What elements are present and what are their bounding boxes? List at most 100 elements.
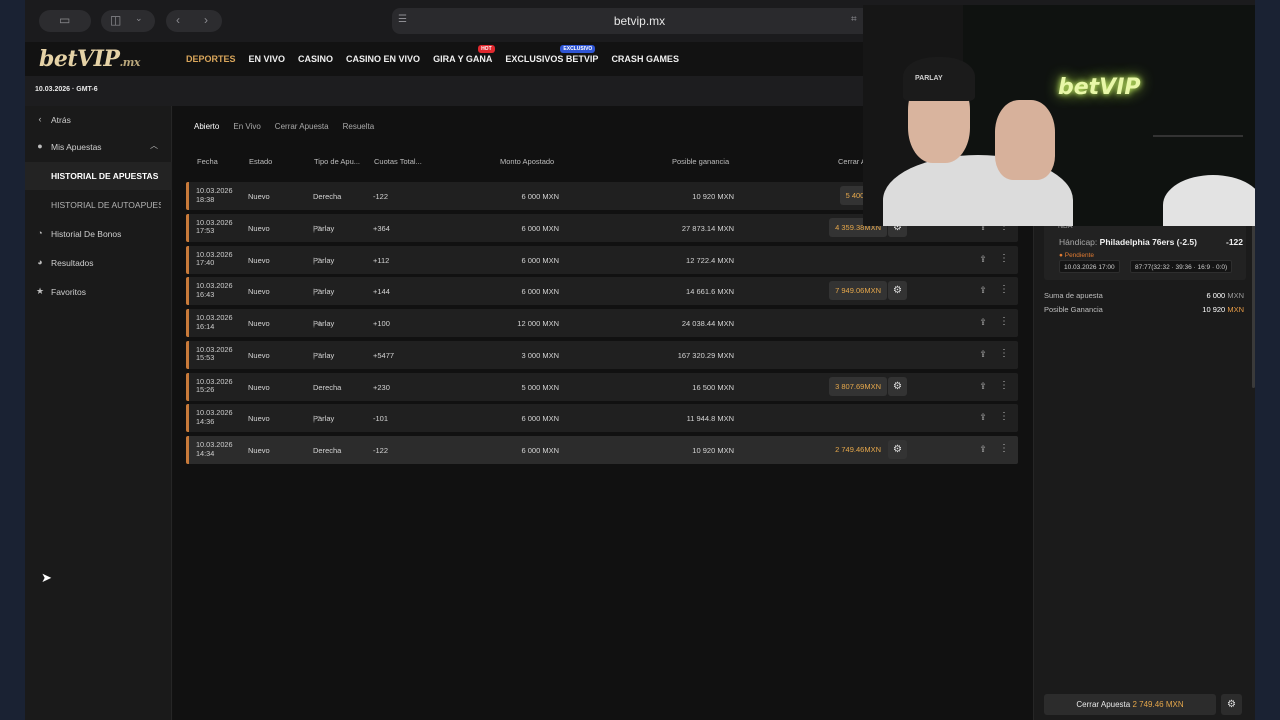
share-icon[interactable]: ⇪ bbox=[977, 284, 989, 296]
bet-time: 14:34 bbox=[196, 448, 215, 458]
header-tipo[interactable]: Tipo de Apu... bbox=[314, 157, 360, 166]
bet-odds: -101 bbox=[373, 414, 389, 424]
sidebar-item-mis-apuestas[interactable]: ● Mis Apuestas ︿ bbox=[25, 133, 172, 161]
sidebar-item-favoritos[interactable]: ★ Favoritos bbox=[25, 278, 172, 306]
nav-item-label: CRASH GAMES bbox=[611, 54, 679, 64]
table-row[interactable]: 10.03.2026 15:53 Nuevo Parlay | 7 +5477 3 000… bbox=[186, 340, 1018, 369]
bet-state: Nuevo bbox=[248, 319, 270, 328]
cashout-button[interactable]: 3 807.69MXN bbox=[829, 376, 887, 396]
translate-icon[interactable]: ⌗ bbox=[851, 14, 857, 25]
sidebar-back[interactable]: ‹ Atrás bbox=[25, 106, 172, 134]
gear-icon[interactable]: ⚙ bbox=[888, 281, 907, 301]
share-icon[interactable]: ⇪ bbox=[977, 443, 989, 455]
back-arrow-icon[interactable]: ‹ bbox=[176, 13, 180, 27]
share-icon[interactable]: ⇪ bbox=[977, 253, 989, 265]
bet-amount: 5 000 MXN bbox=[521, 382, 559, 392]
header-cuotas[interactable]: Cuotas Total... bbox=[374, 157, 422, 166]
bet-possible-win: 10 920 MXN bbox=[692, 192, 734, 201]
tab-cerrar-apuesta[interactable]: Cerrar Apuesta bbox=[275, 122, 329, 131]
sidebar-back-label: Atrás bbox=[51, 115, 71, 125]
sidebar-item-resultados[interactable]: ◕ Resultados bbox=[25, 249, 172, 277]
gear-icon: ⚙ bbox=[1227, 699, 1236, 710]
share-icon[interactable]: ⇪ bbox=[977, 411, 989, 423]
bet-amount: 6 000 MXN bbox=[521, 255, 559, 265]
cashout-button[interactable]: 2 749.46MXN bbox=[829, 440, 887, 459]
betvip-logo[interactable]: betVIP.mx bbox=[39, 46, 140, 72]
tab-resuelta[interactable]: Resuelta bbox=[343, 122, 375, 131]
possible-win-label: Posible Ganancia bbox=[1044, 305, 1103, 314]
sidebar: ‹ Atrás ● Mis Apuestas ︿ HISTORIAL DE AP… bbox=[25, 106, 172, 720]
table-row[interactable]: 10.03.2026 14:36 Nuevo Parlay | 2 -101 6 000 … bbox=[186, 404, 1018, 433]
table-row[interactable]: 10.03.2026 16:43 Nuevo Parlay | 2 +144 6 000 … bbox=[186, 277, 1018, 306]
chevron-left-icon: ‹ bbox=[38, 114, 42, 124]
url-text: betvip.mx bbox=[613, 14, 666, 28]
tab-abierto[interactable]: Abierto bbox=[194, 122, 219, 131]
table-row[interactable]: 10.03.2026 15:26 Nuevo Derecha +230 5 000 MXN… bbox=[186, 372, 1018, 401]
webcam-shelf bbox=[1153, 135, 1243, 175]
gear-icon[interactable]: ⚙ bbox=[888, 376, 907, 396]
nav-item-gira-y-gana[interactable]: GIRA Y GANA HOT bbox=[433, 45, 495, 64]
forward-arrow-icon[interactable]: › bbox=[204, 13, 208, 27]
possible-win-amount: 10 920 bbox=[1202, 305, 1226, 314]
cashout-settings-button[interactable]: ⚙ bbox=[1221, 694, 1242, 715]
more-options-icon[interactable]: ⋮ bbox=[999, 316, 1009, 328]
header-monto[interactable]: Monto Apostado bbox=[500, 157, 554, 166]
address-bar[interactable]: ☰ betvip.mx ⌗ ↻ bbox=[392, 8, 887, 34]
share-icon[interactable]: ⇪ bbox=[977, 380, 989, 392]
cashout-button[interactable]: 7 949.06MXN bbox=[829, 281, 887, 301]
share-icon[interactable]: ⇪ bbox=[977, 316, 989, 328]
bet-amount: 12 000 MXN bbox=[517, 319, 559, 328]
bet-time: 16:43 bbox=[196, 289, 215, 299]
bet-odds: -122 bbox=[373, 446, 389, 455]
nav-item-en-vivo[interactable]: EN VIVO bbox=[249, 54, 286, 64]
nav-item-label: CASINO bbox=[298, 54, 334, 64]
gear-icon[interactable]: ⚙ bbox=[888, 440, 907, 459]
selection-odds: -122 bbox=[1226, 237, 1244, 247]
more-options-icon[interactable]: ⋮ bbox=[999, 443, 1009, 455]
bet-amount: 6 000 MXN bbox=[521, 414, 559, 424]
more-options-icon[interactable]: ⋮ bbox=[999, 380, 1009, 392]
header-estado[interactable]: Estado bbox=[249, 157, 272, 166]
bet-possible-win: 24 038.44 MXN bbox=[681, 319, 734, 328]
header-fecha[interactable]: Fecha bbox=[197, 157, 218, 166]
bet-odds: +5477 bbox=[373, 350, 395, 360]
more-options-icon[interactable]: ⋮ bbox=[999, 253, 1009, 265]
table-row[interactable]: 10.03.2026 17:40 Nuevo Parlay | 2 +112 6 000 … bbox=[186, 245, 1018, 274]
neon-sign-text: betVIP bbox=[1058, 75, 1141, 100]
bet-status-tabs: Abierto En Vivo Cerrar Apuesta Resuelta bbox=[194, 122, 374, 131]
table-row[interactable]: 10.03.2026 16:14 Nuevo Parlay | 4 +100 12 000… bbox=[186, 309, 1018, 337]
back-forward-pill[interactable]: ‹ › bbox=[166, 10, 222, 32]
bet-possible-win: 27 873.14 MXN bbox=[681, 223, 734, 233]
nav-item-exclusivos-betvip[interactable]: EXCLUSIVOS BETVIP EXCLUSIVO bbox=[505, 45, 598, 64]
nav-item-casino[interactable]: CASINO bbox=[298, 54, 333, 64]
sidebar-subitem-historial-autoapuestas[interactable]: HISTORIAL DE AUTOAPUESTAS bbox=[25, 191, 172, 219]
chevron-up-icon[interactable]: ︿ bbox=[149, 141, 159, 151]
share-icon[interactable]: ⇪ bbox=[977, 348, 989, 360]
table-row[interactable]: 10.03.2026 14:34 Nuevo Derecha -122 6 000 MXN… bbox=[186, 436, 1018, 464]
header-ganancia[interactable]: Posible ganancia bbox=[672, 157, 729, 166]
stake-value: 6 000 MXN bbox=[1206, 291, 1244, 300]
more-options-icon[interactable]: ⋮ bbox=[999, 284, 1009, 296]
nav-badge: EXCLUSIVO bbox=[560, 45, 596, 53]
score-chip: 87:77(32:32 · 39:36 · 16:9 · 0:0) bbox=[1130, 260, 1233, 273]
nav-item-crash-games[interactable]: CRASH GAMES bbox=[611, 54, 679, 64]
window-controls-pill[interactable]: ▭ bbox=[39, 10, 91, 32]
bet-odds: +364 bbox=[373, 223, 390, 233]
sidebar-toggle-icon: ◫ bbox=[110, 13, 122, 27]
market-line: Hándicap: Philadelphia 76ers (-2.5) bbox=[1059, 237, 1197, 247]
sidebar-item-historial-bonos[interactable]: ◔ Historial De Bonos bbox=[25, 220, 172, 248]
sidebar-item-label: Resultados bbox=[51, 258, 94, 268]
sidebar-toggle-pill[interactable]: ◫ ⌄ bbox=[101, 10, 155, 32]
nav-item-casino-en-vivo[interactable]: CASINO EN VIVO bbox=[346, 54, 420, 64]
nav-item-deportes[interactable]: DEPORTES bbox=[186, 54, 236, 64]
more-options-icon[interactable]: ⋮ bbox=[999, 411, 1009, 423]
tab-en-vivo[interactable]: En Vivo bbox=[233, 122, 260, 131]
bet-type-label: Derecha bbox=[313, 446, 342, 455]
bet-possible-win: 167 320.29 MXN bbox=[677, 350, 734, 360]
sidebar-subitem-historial-apuestas[interactable]: HISTORIAL DE APUESTAS bbox=[25, 162, 172, 190]
panel-scrollbar[interactable] bbox=[1252, 218, 1255, 388]
more-options-icon[interactable]: ⋮ bbox=[999, 348, 1009, 360]
logo-text: betVIP bbox=[39, 46, 120, 72]
bet-odds: +144 bbox=[373, 287, 390, 297]
cashout-button[interactable]: Cerrar Apuesta 2 749.46 MXN bbox=[1044, 694, 1216, 715]
